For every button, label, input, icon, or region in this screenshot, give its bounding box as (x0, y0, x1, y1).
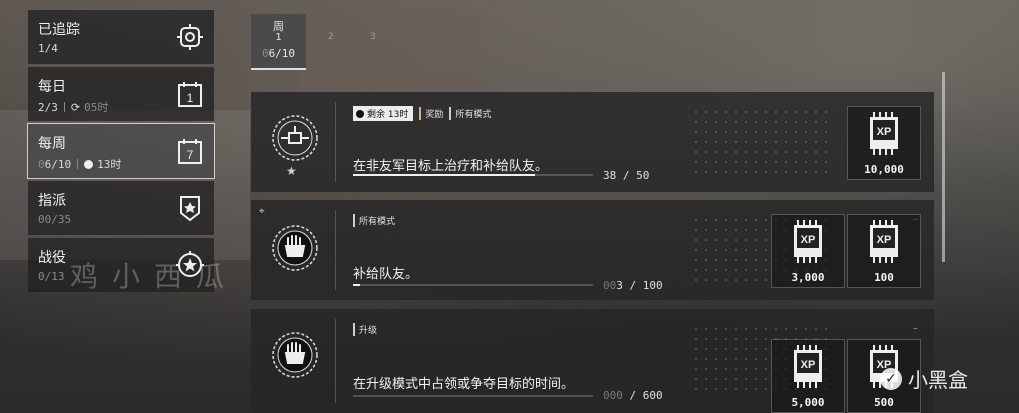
target-icon (176, 23, 204, 51)
week-tab-number: 1 (275, 32, 282, 43)
mission-tags: 升级 (353, 323, 377, 336)
timer-tag: 剩余 13时 (353, 106, 414, 121)
category-label: 每日 (38, 79, 66, 95)
mode-tag: 所有模式 (449, 107, 491, 120)
decorative-dots (691, 107, 831, 177)
heal-supply-emblem-icon (272, 115, 318, 161)
category-label: 每周 (38, 136, 66, 152)
xp-chip-icon: XP (794, 345, 822, 388)
svg-text:XP: XP (801, 234, 816, 246)
xp-chip-icon: XP (870, 220, 898, 263)
week-tab-progress: 06/10 (261, 47, 296, 60)
site-logo: ✓ 小黑盒 (880, 364, 968, 393)
xp-reward[interactable]: XP 10,000 (847, 106, 921, 180)
mode-tag: 所有模式 (353, 214, 395, 227)
progress-text: 003 / 100 (603, 279, 663, 292)
category-label: 已追踪 (38, 22, 80, 38)
mission-description: 补给队友。 (353, 267, 419, 282)
watermark: 鸡小西瓜 (70, 260, 239, 293)
mission-description: 在升级模式中占领或争夺目标的时间。 (353, 377, 575, 392)
category-progress: 06/10 13时 (38, 157, 122, 172)
category-progress: 00/35 (38, 213, 72, 226)
logo-text: 小黑盒 (908, 368, 968, 392)
xp-reward[interactable]: XP 100 (847, 214, 921, 288)
xp-chip-icon: XP (870, 112, 898, 155)
category-label: 指派 (38, 193, 66, 209)
progress-bar (353, 174, 593, 176)
svg-text:XP: XP (801, 359, 816, 371)
xp-reward[interactable]: XP 5,000 (771, 339, 845, 413)
mode-tag: 升级 (353, 323, 377, 336)
category-tracked[interactable]: 已追踪 1/4 (28, 10, 214, 64)
reward-tag: 奖励 (419, 107, 443, 120)
svg-text:7: 7 (187, 148, 194, 162)
category-assignments[interactable]: 指派 00/35 (28, 181, 214, 235)
divider (335, 210, 336, 290)
supply-emblem-icon (272, 225, 318, 271)
reward-amount: 10,000 (864, 163, 904, 176)
reward-amount: 3,000 (791, 271, 825, 284)
category-daily[interactable]: 每日 2/3 ⟳ 05时 1 (28, 67, 214, 121)
category-progress: 2/3 ⟳ 05时 (38, 100, 109, 115)
category-progress: 1/4 (38, 42, 58, 55)
svg-text:XP: XP (877, 126, 892, 138)
mission-card[interactable]: ★ 剩余 13时 奖励 所有模式 在非友军目标上治疗和补给队友。 38 / 50… (251, 92, 934, 192)
mission-tags: 所有模式 (353, 214, 395, 227)
xp-chip-icon: XP (794, 220, 822, 263)
mission-card[interactable]: ⌖ 所有模式 – 补给队友。 003 / 100 XP 3,000 XP 100 (251, 200, 934, 300)
logo-badge-icon: ✓ (880, 367, 902, 390)
tab-week-2[interactable]: 2 (328, 32, 334, 42)
refresh-icon: ⟳ (70, 100, 81, 114)
calendar-7-icon: 7 (176, 137, 204, 165)
clock-icon (356, 109, 364, 118)
mission-tags: 剩余 13时 奖励 所有模式 (353, 106, 491, 121)
progress-bar (353, 284, 593, 286)
collapse-icon[interactable]: – (913, 323, 918, 334)
divider (335, 319, 336, 403)
mission-card[interactable]: 升级 – 在升级模式中占领或争夺目标的时间。 000 / 600 XP 5,00… (251, 309, 934, 413)
category-progress: 0/13 (38, 270, 65, 283)
escalation-emblem-icon (272, 332, 318, 378)
svg-text:1: 1 (187, 91, 194, 105)
progress-fill (353, 284, 361, 286)
xp-reward[interactable]: XP 3,000 (771, 214, 845, 288)
progress-text: 000 / 600 (603, 389, 663, 402)
reward-amount: 100 (874, 271, 894, 284)
mission-description: 在非友军目标上治疗和补给队友。 (353, 159, 549, 174)
svg-text:XP: XP (877, 234, 892, 246)
reward-amount: 500 (874, 396, 894, 409)
tab-week-3[interactable]: 3 (370, 32, 376, 42)
rank-badge-icon (176, 194, 204, 222)
calendar-1-icon: 1 (176, 80, 204, 108)
tab-week-1[interactable]: 周 1 06/10 (251, 14, 306, 70)
progress-bar (353, 395, 593, 397)
progress-text: 38 / 50 (603, 169, 650, 182)
scrollbar[interactable] (942, 72, 945, 262)
category-weekly[interactable]: 每周 06/10 13时 7 (27, 123, 215, 179)
progress-fill (353, 174, 536, 176)
category-label: 战役 (38, 250, 66, 266)
tracked-target-icon[interactable]: ⌖ (259, 206, 265, 217)
divider (335, 102, 336, 182)
clock-icon (84, 159, 94, 169)
favorite-star-icon[interactable]: ★ (286, 164, 297, 178)
reward-amount: 5,000 (791, 396, 825, 409)
mission-category-sidebar: 已追踪 1/4 每日 2/3 ⟳ 05时 1 每周 06/10 13时 7 指派… (27, 10, 215, 295)
